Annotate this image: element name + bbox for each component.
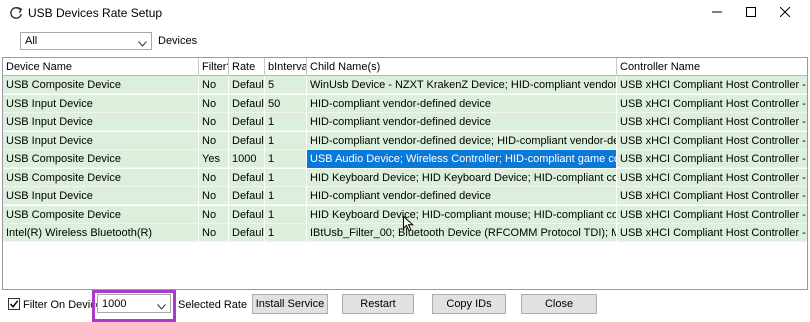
filter-cell[interactable]: No bbox=[199, 113, 229, 131]
rate-cell[interactable]: Default bbox=[229, 76, 265, 94]
rate-cell[interactable]: Default bbox=[229, 94, 265, 113]
controller-name-cell[interactable]: USB xHCI Compliant Host Controller - Int… bbox=[617, 150, 807, 168]
maximize-icon bbox=[746, 7, 756, 17]
binterval-cell[interactable]: 1 bbox=[265, 187, 307, 205]
controller-name-cell[interactable]: USB xHCI Compliant Host Controller - Int… bbox=[617, 113, 807, 131]
app-refresh-icon bbox=[8, 5, 24, 21]
bottom-toolbar: Filter On Device 1000 Selected Rate Inst… bbox=[0, 290, 810, 322]
checkmark-icon bbox=[9, 300, 19, 308]
device-name-cell[interactable]: USB Composite Device bbox=[3, 76, 199, 94]
install-service-button[interactable]: Install Service bbox=[252, 294, 328, 314]
filter-on-device-label[interactable]: Filter On Device bbox=[23, 299, 102, 311]
maximize-button[interactable] bbox=[734, 0, 768, 24]
child-names-cell[interactable]: HID-compliant vendor-defined device; HID… bbox=[307, 131, 617, 150]
table-row[interactable]: USB Input Device No Default 1 HID-compliant … bbox=[3, 113, 807, 131]
column-header-device-name[interactable]: Device Name bbox=[3, 58, 199, 76]
minimize-icon bbox=[712, 11, 722, 13]
column-header-rate[interactable]: Rate bbox=[229, 58, 265, 76]
filter-cell[interactable]: No bbox=[199, 224, 229, 242]
device-table[interactable]: Device Name Filter? Rate bInterval Child… bbox=[2, 57, 808, 290]
device-name-cell[interactable]: USB Composite Device bbox=[3, 150, 199, 168]
child-names-cell[interactable]: HID Keyboard Device; HID-compliant mouse… bbox=[307, 205, 617, 224]
child-names-cell[interactable]: HID-compliant vendor-defined device bbox=[307, 94, 617, 113]
filter-cell[interactable]: Yes bbox=[199, 150, 229, 168]
device-name-cell[interactable]: USB Input Device bbox=[3, 94, 199, 113]
restart-button[interactable]: Restart bbox=[342, 294, 414, 314]
controller-name-cell[interactable]: USB xHCI Compliant Host Controller - Int… bbox=[617, 95, 807, 113]
filter-cell[interactable]: No bbox=[199, 205, 229, 224]
binterval-cell[interactable]: 5 bbox=[265, 76, 307, 94]
column-header-filter[interactable]: Filter? bbox=[199, 58, 229, 76]
child-names-cell[interactable]: WinUsb Device - NZXT KrakenZ Device; HID… bbox=[307, 76, 617, 94]
device-name-cell[interactable]: Intel(R) Wireless Bluetooth(R) bbox=[3, 224, 199, 242]
chevron-down-icon bbox=[138, 38, 147, 50]
device-filter-value: All bbox=[25, 35, 38, 47]
column-header-controller-name[interactable]: Controller Name bbox=[617, 58, 807, 76]
filter-cell[interactable]: No bbox=[199, 76, 229, 94]
rate-cell[interactable]: Default bbox=[229, 205, 265, 224]
rate-cell[interactable]: Default bbox=[229, 131, 265, 150]
filter-on-device-checkbox[interactable] bbox=[8, 298, 20, 310]
controller-name-cell[interactable]: USB xHCI Compliant Host Controller - Int… bbox=[617, 132, 807, 150]
devices-label: Devices bbox=[158, 35, 198, 47]
rate-cell[interactable]: Default bbox=[229, 113, 265, 131]
rate-cell[interactable]: Default bbox=[229, 187, 265, 205]
binterval-cell[interactable]: 50 bbox=[265, 94, 307, 113]
table-row[interactable]: USB Composite Device No Default 5 WinUsb Dev… bbox=[3, 76, 807, 94]
controller-name-cell[interactable]: USB xHCI Compliant Host Controller - Int… bbox=[617, 224, 807, 242]
device-name-cell[interactable]: USB Composite Device bbox=[3, 205, 199, 224]
controller-name-cell[interactable]: USB xHCI Compliant Host Controller - Int… bbox=[617, 76, 807, 94]
binterval-cell[interactable]: 1 bbox=[265, 113, 307, 131]
device-name-cell[interactable]: USB Composite Device bbox=[3, 168, 199, 187]
device-filter-select[interactable]: All bbox=[20, 32, 152, 50]
controller-name-cell[interactable]: USB xHCI Compliant Host Controller - Int… bbox=[617, 187, 807, 205]
selected-rate-label: Selected Rate bbox=[178, 299, 248, 311]
close-icon bbox=[780, 7, 790, 17]
column-header-binterval[interactable]: bInterval bbox=[265, 58, 307, 76]
binterval-cell[interactable]: 1 bbox=[265, 205, 307, 224]
table-header: Device Name Filter? Rate bInterval Child… bbox=[3, 58, 807, 76]
rate-cell[interactable]: 1000 bbox=[229, 150, 265, 168]
device-name-cell[interactable]: USB Input Device bbox=[3, 131, 199, 150]
copy-ids-button[interactable]: Copy IDs bbox=[432, 294, 506, 314]
rate-select[interactable]: 1000 bbox=[97, 294, 171, 313]
binterval-cell[interactable]: 1 bbox=[265, 131, 307, 150]
binterval-cell[interactable]: 1 bbox=[265, 224, 307, 242]
close-button[interactable]: Close bbox=[521, 294, 597, 314]
table-row[interactable]: USB Composite Device No Default 1 HID Keyboa… bbox=[3, 168, 807, 187]
rate-cell[interactable]: Default bbox=[229, 224, 265, 242]
minimize-button[interactable] bbox=[700, 0, 734, 24]
title-bar: USB Devices Rate Setup bbox=[0, 0, 810, 26]
rate-select-value: 1000 bbox=[102, 298, 127, 310]
child-names-cell[interactable]: IBtUsb_Filter_00; Bluetooth Device (RFCO… bbox=[307, 224, 617, 242]
child-names-cell[interactable]: HID Keyboard Device; HID Keyboard Device… bbox=[307, 168, 617, 187]
device-name-cell[interactable]: USB Input Device bbox=[3, 187, 199, 205]
column-header-child-names[interactable]: Child Name(s) bbox=[307, 58, 617, 76]
binterval-cell[interactable]: 1 bbox=[265, 150, 307, 168]
child-names-cell[interactable]: HID-compliant vendor-defined device bbox=[307, 187, 617, 205]
filter-cell[interactable]: No bbox=[199, 168, 229, 187]
window-title: USB Devices Rate Setup bbox=[28, 6, 163, 20]
chevron-down-icon bbox=[157, 301, 166, 313]
controller-name-cell[interactable]: USB xHCI Compliant Host Controller - Int… bbox=[617, 206, 807, 224]
table-row[interactable]: USB Input Device No Default 50 HID-compliant… bbox=[3, 94, 807, 113]
filter-cell[interactable]: No bbox=[199, 131, 229, 150]
table-row[interactable]: USB Input Device No Default 1 HID-compliant … bbox=[3, 187, 807, 205]
table-row[interactable]: USB Composite Device Yes 1000 1 USB Audio De… bbox=[3, 150, 807, 168]
child-names-cell[interactable]: HID-compliant vendor-defined device bbox=[307, 113, 617, 131]
mouse-cursor-icon bbox=[403, 215, 415, 235]
filter-cell[interactable]: No bbox=[199, 94, 229, 113]
rate-cell[interactable]: Default bbox=[229, 168, 265, 187]
child-names-cell[interactable]: USB Audio Device; Wireless Controller; H… bbox=[307, 150, 617, 168]
binterval-cell[interactable]: 1 bbox=[265, 168, 307, 187]
filter-cell[interactable]: No bbox=[199, 187, 229, 205]
device-name-cell[interactable]: USB Input Device bbox=[3, 113, 199, 131]
controller-name-cell[interactable]: USB xHCI Compliant Host Controller - Int… bbox=[617, 169, 807, 187]
close-window-button[interactable] bbox=[768, 0, 802, 24]
table-row[interactable]: USB Input Device No Default 1 HID-compliant … bbox=[3, 131, 807, 150]
